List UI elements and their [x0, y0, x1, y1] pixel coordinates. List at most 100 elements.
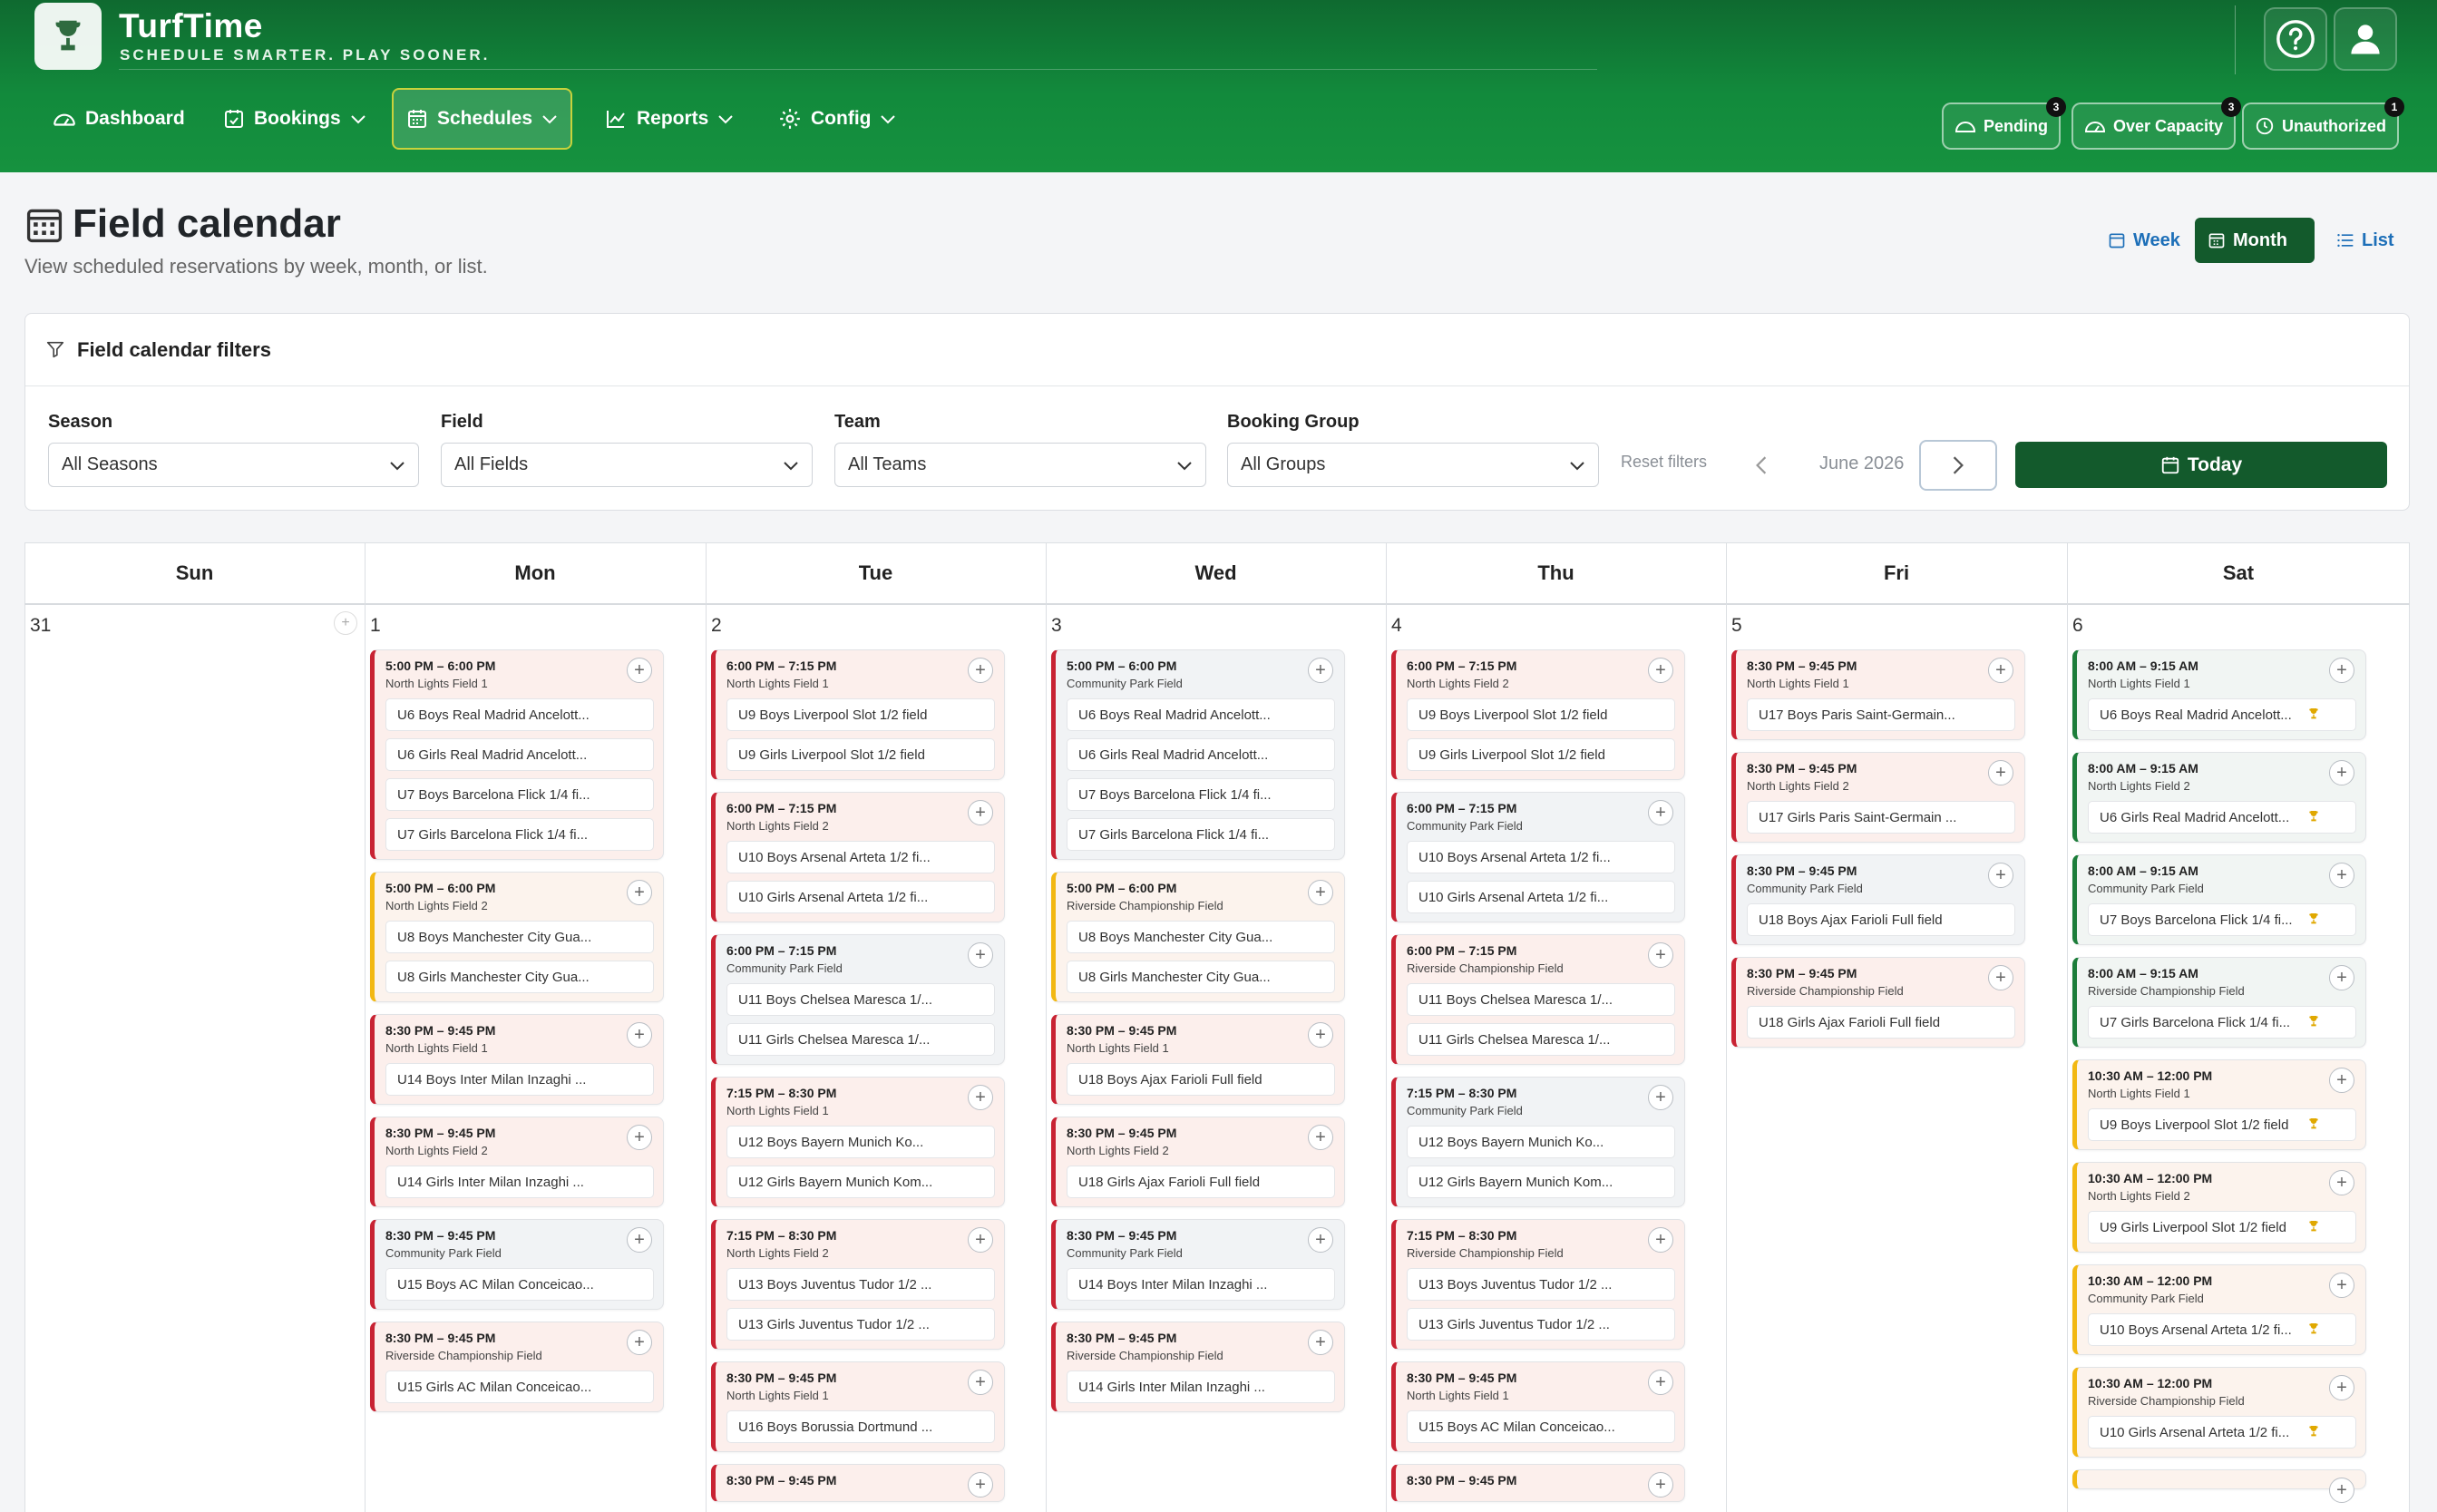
add-team-button[interactable]: + — [2329, 863, 2354, 888]
view-list-button[interactable]: List — [2324, 218, 2407, 263]
add-team-button[interactable]: + — [627, 1022, 652, 1048]
team-slot[interactable]: U7 Girls Barcelona Flick 1/4 fi... — [385, 818, 654, 851]
booking-group-select[interactable]: All Groups — [1227, 443, 1599, 487]
day-number[interactable]: 5 — [1731, 615, 1742, 637]
booking-event-card[interactable]: 8:30 PM – 9:45 PM North Lights Field 1 + U1… — [1391, 1361, 1685, 1452]
user-account-button[interactable] — [2334, 7, 2397, 71]
add-team-button[interactable]: + — [1988, 965, 2013, 990]
add-team-button[interactable]: + — [2329, 1478, 2354, 1503]
team-slot[interactable]: U14 Boys Inter Milan Inzaghi ... — [1067, 1268, 1335, 1301]
add-team-button[interactable]: + — [968, 1085, 993, 1110]
team-slot[interactable]: U10 Girls Arsenal Arteta 1/2 fi... — [2088, 1416, 2356, 1449]
add-team-button[interactable]: + — [2329, 1375, 2354, 1400]
team-slot[interactable]: U13 Boys Juventus Tudor 1/2 ... — [1407, 1268, 1675, 1301]
add-team-button[interactable]: + — [2329, 1273, 2354, 1298]
team-slot[interactable]: U14 Boys Inter Milan Inzaghi ... — [385, 1063, 654, 1096]
add-team-button[interactable]: + — [1648, 1085, 1673, 1110]
add-team-button[interactable]: + — [627, 658, 652, 683]
team-slot[interactable]: U9 Boys Liverpool Slot 1/2 field — [1407, 698, 1675, 731]
team-slot[interactable]: U9 Girls Liverpool Slot 1/2 field — [2088, 1211, 2356, 1244]
add-team-button[interactable]: + — [1308, 880, 1333, 905]
add-team-button[interactable]: + — [627, 880, 652, 905]
booking-event-card[interactable]: 8:30 PM – 9:45 PM North Lights Field 2 + U1… — [1051, 1117, 1345, 1207]
next-month-button[interactable] — [1919, 440, 1997, 491]
add-team-button[interactable]: + — [1648, 1227, 1673, 1253]
day-number[interactable]: 6 — [2072, 615, 2083, 637]
add-team-button[interactable]: + — [2329, 760, 2354, 785]
team-slot[interactable]: U9 Boys Liverpool Slot 1/2 field — [2088, 1108, 2356, 1141]
team-slot[interactable]: U15 Boys AC Milan Conceicao... — [385, 1268, 654, 1301]
booking-event-card[interactable]: 6:00 PM – 7:15 PM Community Park Field + U1… — [711, 934, 1005, 1065]
add-team-button[interactable]: + — [1648, 942, 1673, 968]
team-slot[interactable]: U16 Boys Borussia Dortmund ... — [726, 1410, 995, 1443]
add-team-button[interactable]: + — [1988, 658, 2013, 683]
booking-event-card[interactable]: 6:00 PM – 7:15 PM Riverside Championship … — [1391, 934, 1685, 1065]
booking-event-card[interactable]: 8:30 PM – 9:45 PM Riverside Championship … — [1731, 957, 2025, 1048]
booking-event-card[interactable]: 6:00 PM – 7:15 PM North Lights Field 2 + U1… — [711, 792, 1005, 922]
booking-event-card[interactable]: 7:15 PM – 8:30 PM Riverside Championship … — [1391, 1219, 1685, 1350]
team-slot[interactable]: U9 Girls Liverpool Slot 1/2 field — [1407, 738, 1675, 771]
booking-event-card[interactable]: 8:30 PM – 9:45 PM Riverside Championship … — [1051, 1322, 1345, 1412]
team-slot[interactable]: U12 Boys Bayern Munich Ko... — [1407, 1126, 1675, 1158]
team-slot[interactable]: U7 Girls Barcelona Flick 1/4 fi... — [1067, 818, 1335, 851]
booking-event-card[interactable]: 5:00 PM – 6:00 PM Riverside Championship … — [1051, 872, 1345, 1002]
day-number[interactable]: 1 — [370, 615, 381, 637]
booking-event-card[interactable]: 10:30 AM – 12:00 PM Riverside Championshi… — [2072, 1367, 2366, 1458]
team-slot[interactable]: U13 Girls Juventus Tudor 1/2 ... — [726, 1308, 995, 1341]
field-select[interactable]: All Fields — [441, 443, 813, 487]
view-week-button[interactable]: Week — [2095, 218, 2193, 263]
team-slot[interactable]: U10 Girls Arsenal Arteta 1/2 fi... — [1407, 881, 1675, 913]
nav-config[interactable]: Config — [765, 87, 909, 151]
add-team-button[interactable]: + — [968, 1370, 993, 1395]
add-team-button[interactable]: + — [1648, 658, 1673, 683]
team-slot[interactable]: U18 Boys Ajax Farioli Full field — [1747, 903, 2015, 936]
team-slot[interactable]: U11 Boys Chelsea Maresca 1/... — [726, 983, 995, 1016]
view-month-button[interactable]: Month — [2195, 218, 2315, 263]
day-number[interactable]: 31 — [30, 615, 51, 637]
add-team-button[interactable]: + — [968, 800, 993, 825]
team-slot[interactable]: U11 Boys Chelsea Maresca 1/... — [1407, 983, 1675, 1016]
add-team-button[interactable]: + — [1988, 863, 2013, 888]
booking-event-card[interactable]: 7:15 PM – 8:30 PM North Lights Field 1 + U1… — [711, 1077, 1005, 1207]
booking-event-card[interactable]: 8:00 AM – 9:15 AM North Lights Field 2 + U6… — [2072, 752, 2366, 843]
team-slot[interactable]: U6 Girls Real Madrid Ancelott... — [2088, 801, 2356, 834]
team-slot[interactable]: U17 Boys Paris Saint-Germain... — [1747, 698, 2015, 731]
add-team-button[interactable]: + — [968, 1227, 993, 1253]
team-slot[interactable]: U13 Girls Juventus Tudor 1/2 ... — [1407, 1308, 1675, 1341]
team-slot[interactable]: U6 Girls Real Madrid Ancelott... — [385, 738, 654, 771]
team-slot[interactable]: U10 Boys Arsenal Arteta 1/2 fi... — [1407, 841, 1675, 873]
team-slot[interactable]: U6 Boys Real Madrid Ancelott... — [1067, 698, 1335, 731]
booking-event-card[interactable]: 8:30 PM – 9:45 PM + — [1391, 1464, 1685, 1502]
booking-event-card[interactable]: 8:30 PM – 9:45 PM + — [711, 1464, 1005, 1502]
team-slot[interactable]: U8 Girls Manchester City Gua... — [1067, 961, 1335, 993]
today-button[interactable]: Today — [2015, 442, 2387, 488]
add-team-button[interactable]: + — [627, 1330, 652, 1355]
team-slot[interactable]: U10 Girls Arsenal Arteta 1/2 fi... — [726, 881, 995, 913]
booking-event-card[interactable]: 8:30 PM – 9:45 PM North Lights Field 1 + U1… — [1051, 1014, 1345, 1105]
nav-bookings[interactable]: Bookings — [210, 87, 379, 151]
nav-reports[interactable]: Reports — [591, 87, 746, 151]
team-slot[interactable]: U9 Girls Liverpool Slot 1/2 field — [726, 738, 995, 771]
add-team-button[interactable]: + — [1648, 1472, 1673, 1497]
booking-event-card[interactable]: 7:15 PM – 8:30 PM North Lights Field 2 + U1… — [711, 1219, 1005, 1350]
season-select[interactable]: All Seasons — [48, 443, 419, 487]
team-slot[interactable]: U6 Boys Real Madrid Ancelott... — [385, 698, 654, 731]
add-team-button[interactable]: + — [1988, 760, 2013, 785]
add-team-button[interactable]: + — [2329, 965, 2354, 990]
team-slot[interactable]: U18 Girls Ajax Farioli Full field — [1747, 1006, 2015, 1039]
add-team-button[interactable]: + — [627, 1227, 652, 1253]
booking-event-card[interactable]: + — [2072, 1469, 2366, 1503]
booking-event-card[interactable]: 5:00 PM – 6:00 PM North Lights Field 1 + U6… — [370, 649, 664, 860]
add-team-button[interactable]: + — [968, 942, 993, 968]
team-slot[interactable]: U7 Boys Barcelona Flick 1/4 fi... — [1067, 778, 1335, 811]
booking-event-card[interactable]: 7:15 PM – 8:30 PM Community Park Field + U1… — [1391, 1077, 1685, 1207]
booking-event-card[interactable]: 8:30 PM – 9:45 PM Community Park Field + U1… — [370, 1219, 664, 1310]
add-team-button[interactable]: + — [1648, 1370, 1673, 1395]
booking-event-card[interactable]: 5:00 PM – 6:00 PM North Lights Field 2 + U8… — [370, 872, 664, 1002]
nav-dashboard[interactable]: Dashboard — [40, 87, 198, 151]
team-slot[interactable]: U9 Boys Liverpool Slot 1/2 field — [726, 698, 995, 731]
team-slot[interactable]: U12 Boys Bayern Munich Ko... — [726, 1126, 995, 1158]
trophy-logo-icon[interactable] — [34, 3, 102, 70]
booking-event-card[interactable]: 8:30 PM – 9:45 PM North Lights Field 1 + U1… — [370, 1014, 664, 1105]
team-slot[interactable]: U17 Girls Paris Saint-Germain ... — [1747, 801, 2015, 834]
